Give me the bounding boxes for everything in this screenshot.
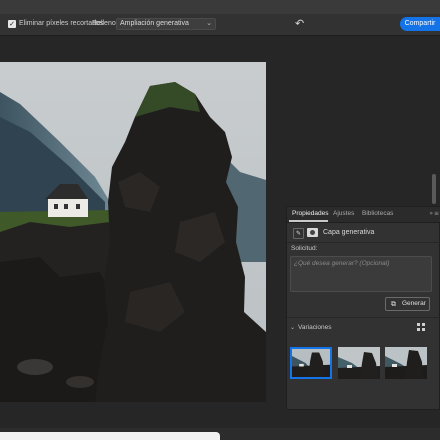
variation-thumbnail-3[interactable] <box>385 347 427 379</box>
prompt-label: Solicitud: <box>291 245 318 252</box>
generate-button[interactable]: ⧉ Generar <box>385 297 430 311</box>
collapse-icon[interactable]: » <box>429 210 433 217</box>
divider <box>287 317 440 318</box>
layer-name: Capa generativa <box>323 229 375 236</box>
generate-label: Generar <box>402 300 426 307</box>
remove-cropped-pixels-label: Eliminar píxeles recortados <box>19 20 104 27</box>
variation-thumbnail-2[interactable] <box>338 347 380 379</box>
divider <box>287 242 440 243</box>
layer-info-row: ✎ Capa generativa <box>291 227 437 239</box>
menu-icon[interactable]: ≡ <box>434 210 439 217</box>
vertical-scrollbar[interactable] <box>432 174 436 204</box>
tab-properties[interactable]: Propiedades <box>292 210 329 217</box>
status-bar <box>0 432 220 440</box>
document-image[interactable] <box>0 62 266 402</box>
tab-adjustments[interactable]: Ajustes <box>333 210 354 217</box>
generative-layer-icon: ✎ <box>293 228 304 239</box>
chevron-down-icon[interactable]: ⌄ <box>290 324 295 331</box>
remove-cropped-pixels-checkbox[interactable]: ✓ <box>8 20 16 28</box>
fill-select[interactable]: Ampliación generativa ⌄ <box>116 18 216 30</box>
variations-label: Variaciones <box>298 324 332 331</box>
generate-icon: ⧉ <box>391 300 396 308</box>
mask-icon <box>307 228 318 237</box>
options-bar: ✓ Eliminar píxeles recortados Relleno: A… <box>0 14 440 36</box>
fill-label: Relleno: <box>92 20 118 27</box>
properties-panel: Propiedades Ajustes Bibliotecas » ≡ ✎ Ca… <box>286 206 440 410</box>
variation-thumbnail-1[interactable] <box>290 347 332 379</box>
active-tab-indicator <box>289 220 328 222</box>
grid-icon[interactable] <box>417 323 425 331</box>
undo-icon[interactable]: ↶ <box>295 18 307 30</box>
panel-tabs: Propiedades Ajustes Bibliotecas » ≡ <box>287 207 440 223</box>
chevron-down-icon: ⌄ <box>206 20 212 27</box>
app-topbar <box>0 0 440 14</box>
prompt-input[interactable]: ¿Qué desea generar? (Opcional) <box>290 256 432 292</box>
tab-libraries[interactable]: Bibliotecas <box>362 210 393 217</box>
fill-select-value: Ampliación generativa <box>120 20 189 27</box>
share-button[interactable]: Compartir <box>400 17 440 31</box>
